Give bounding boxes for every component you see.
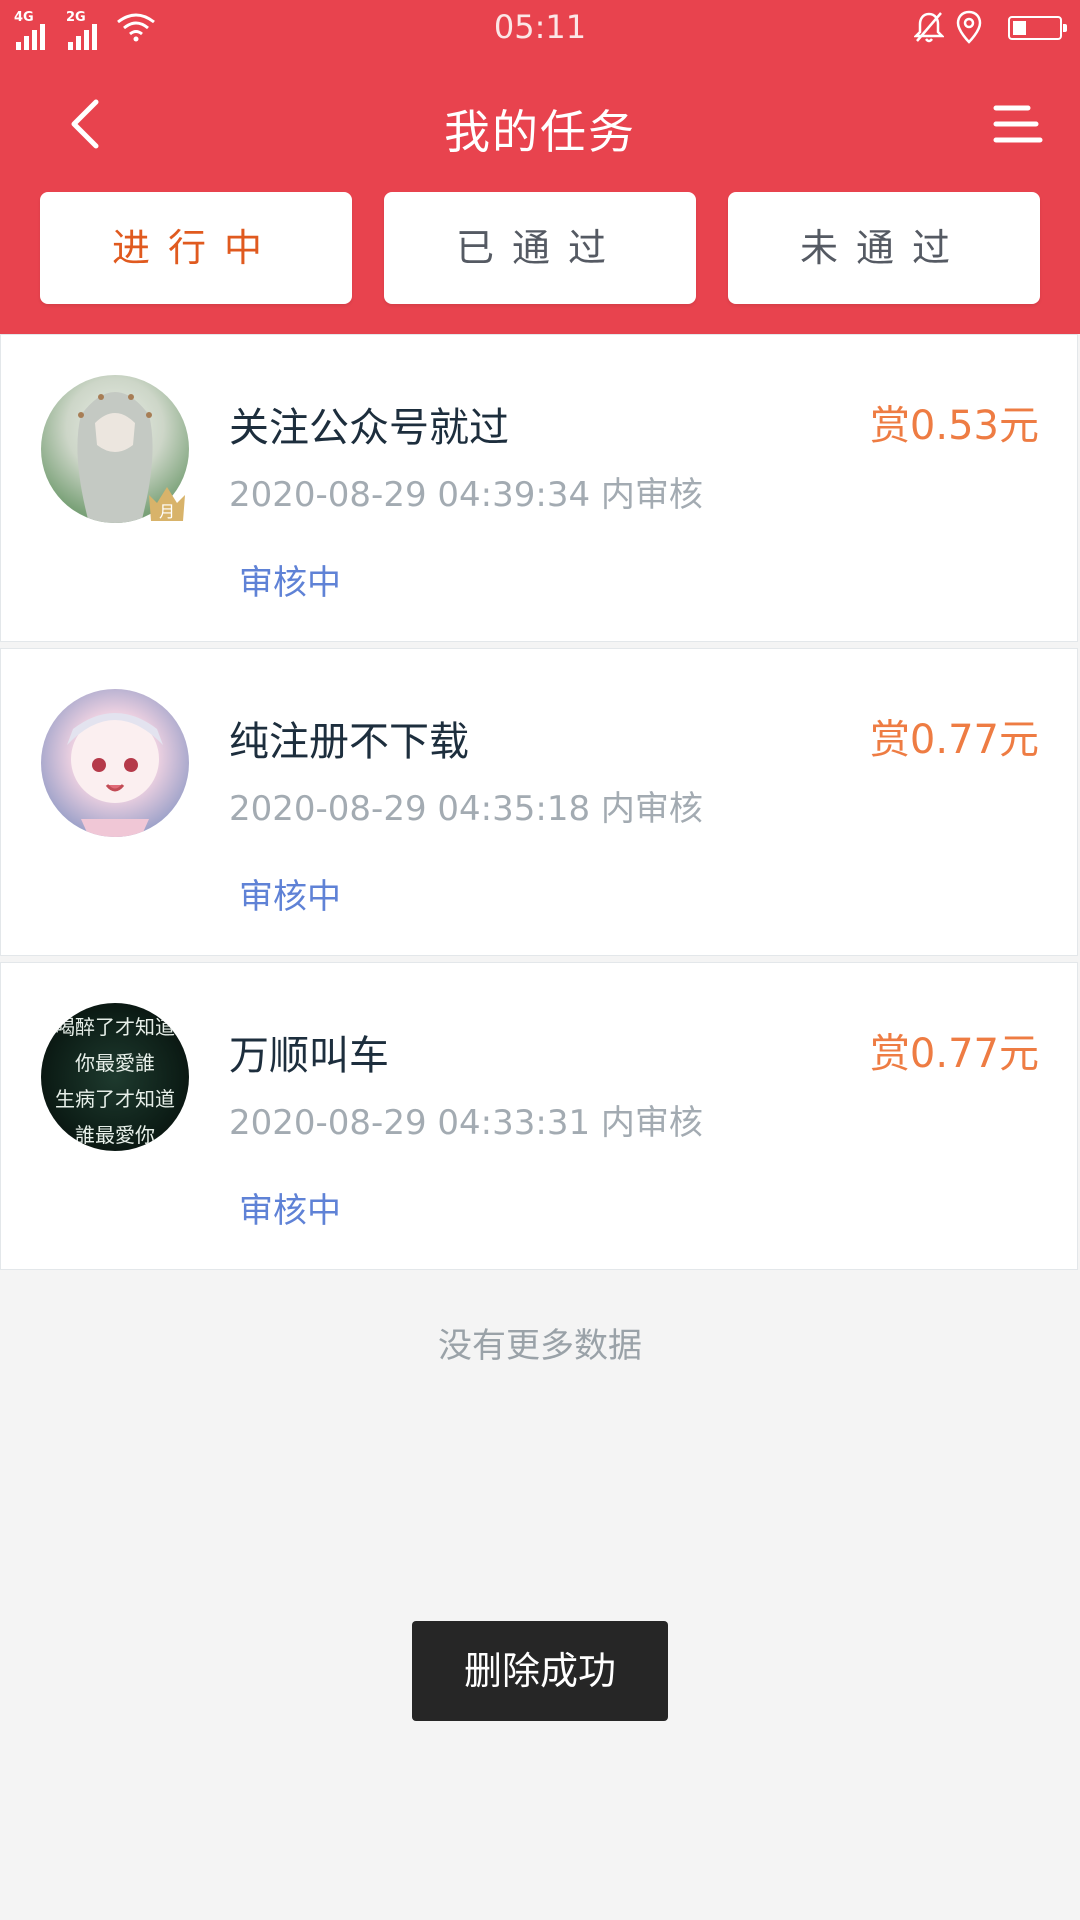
nav-bar: 我的任务 — [0, 72, 1080, 176]
task-card[interactable]: 纯注册不下载 赏0.77元 2020-08-29 04:35:18 内审核 审核… — [0, 648, 1078, 956]
page-title: 我的任务 — [444, 105, 636, 159]
task-status: 审核中 — [239, 1191, 341, 1231]
avatar-caption: 喝醉了才知道 你最愛誰 生病了才知道 誰最愛你 — [55, 1015, 175, 1147]
task-reward: 赏0.77元 — [869, 717, 1039, 763]
avatar: 喝醉了才知道 你最愛誰 生病了才知道 誰最愛你 — [41, 1003, 189, 1151]
avatar-image — [67, 713, 163, 837]
task-deadline: 2020-08-29 04:39:34 内审核 — [229, 475, 703, 515]
task-deadline: 2020-08-29 04:35:18 内审核 — [229, 789, 703, 829]
no-more-data-label: 没有更多数据 — [438, 1326, 642, 1366]
tab-in-progress[interactable]: 进行中 — [40, 192, 352, 304]
task-card[interactable]: 月 关注公众号就过 赏0.53元 2020-08-29 04:39:34 内审核… — [0, 334, 1078, 642]
task-deadline: 2020-08-29 04:33:31 内审核 — [229, 1103, 703, 1143]
toast-message: 删除成功 — [412, 1621, 668, 1721]
mute-icon — [914, 12, 944, 43]
menu-icon[interactable] — [988, 100, 1044, 148]
status-bar: 4G 2G 05:11 — [0, 0, 1080, 58]
task-title: 万顺叫车 — [229, 1033, 389, 1079]
header: 4G 2G 05:11 我的任务 进行中 已通过 未通过 — [0, 0, 1080, 334]
task-status: 审核中 — [239, 877, 341, 917]
vip-badge-icon: 月 — [149, 487, 185, 521]
tab-rejected[interactable]: 未通过 — [728, 192, 1040, 304]
task-card[interactable]: 喝醉了才知道 你最愛誰 生病了才知道 誰最愛你 万顺叫车 赏0.77元 2020… — [0, 962, 1078, 1270]
location-icon — [956, 10, 982, 44]
task-title: 关注公众号就过 — [229, 405, 509, 451]
task-status: 审核中 — [239, 563, 341, 603]
battery-icon — [1008, 16, 1067, 40]
svg-text:月: 月 — [159, 502, 175, 521]
battery-level — [1013, 21, 1026, 35]
tab-approved[interactable]: 已通过 — [384, 192, 696, 304]
tab-bar: 进行中 已通过 未通过 — [40, 192, 1040, 304]
task-reward: 赏0.53元 — [869, 403, 1039, 449]
task-title: 纯注册不下载 — [229, 719, 469, 765]
avatar — [41, 689, 189, 837]
task-reward: 赏0.77元 — [869, 1031, 1039, 1077]
